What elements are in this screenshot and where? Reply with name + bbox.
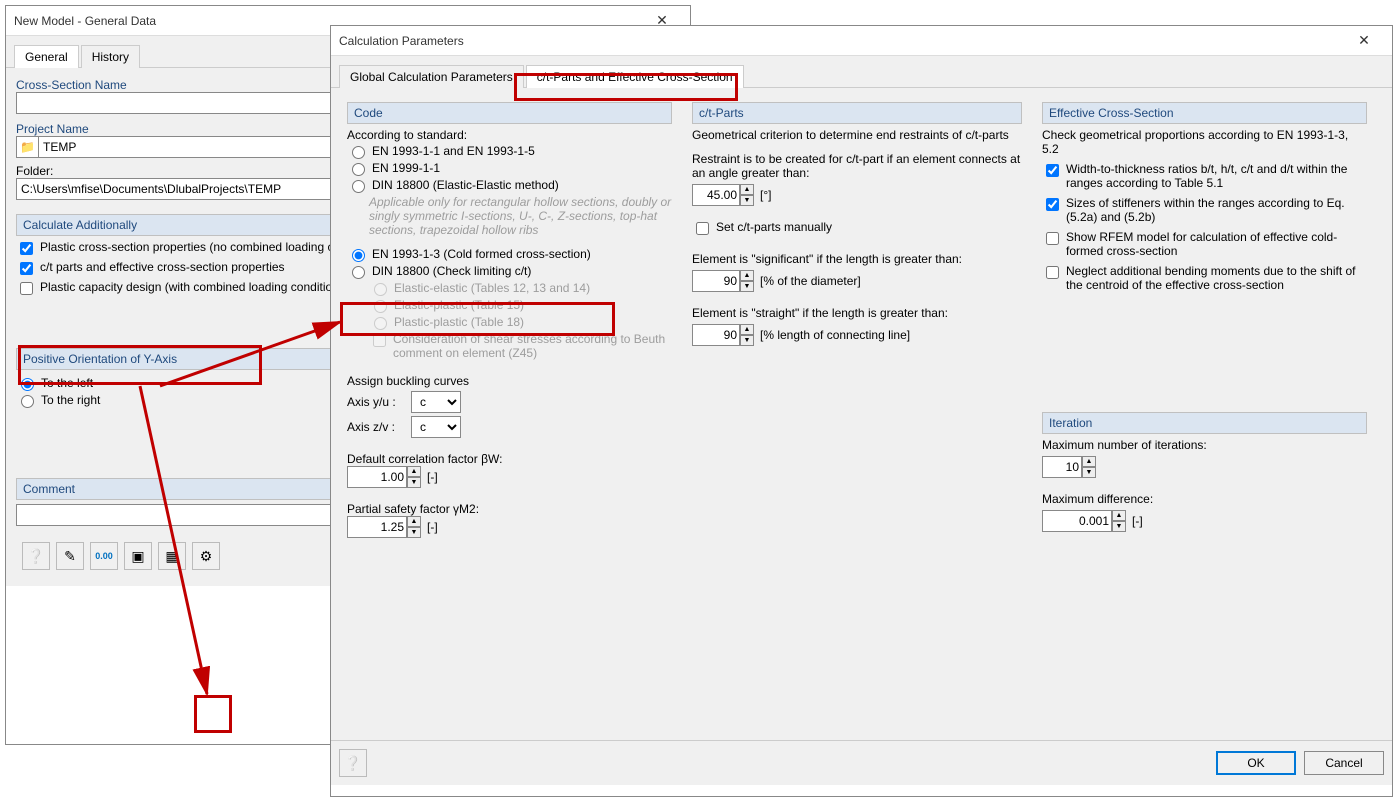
- cancel-button[interactable]: Cancel: [1304, 751, 1384, 775]
- spin-up-icon: ▲: [740, 270, 754, 281]
- units-icon[interactable]: 0.00: [90, 542, 118, 570]
- maxd-spinner[interactable]: ▲▼ [-]: [1042, 510, 1143, 532]
- ct-head: c/t-Parts: [692, 102, 1022, 124]
- tab-general[interactable]: General: [14, 45, 79, 68]
- ct-restraint: Restraint is to be created for c/t-part …: [692, 152, 1022, 180]
- chk-rfem[interactable]: Show RFEM model for calculation of effec…: [1042, 230, 1367, 258]
- cp-tabstrip: Global Calculation Parameters c/t-Parts …: [331, 56, 1392, 88]
- add-section-icon[interactable]: ▣: [124, 542, 152, 570]
- safety-spinner[interactable]: ▲▼ [-]: [347, 516, 438, 538]
- axis-yu-select[interactable]: c: [411, 391, 461, 413]
- iter-maxd-label: Maximum difference:: [1042, 492, 1367, 506]
- spin-down-icon: ▼: [407, 477, 421, 488]
- library-icon[interactable]: ▦: [158, 542, 186, 570]
- spin-down-icon: ▼: [1082, 467, 1096, 478]
- cp-titlebar: Calculation Parameters ✕: [331, 26, 1392, 56]
- din-help: Applicable only for rectangular hollow s…: [369, 195, 672, 237]
- tab-global[interactable]: Global Calculation Parameters: [339, 65, 524, 88]
- axis-zv-label: Axis z/v :: [347, 420, 407, 434]
- spin-up-icon: ▲: [740, 184, 754, 195]
- straight-spinner[interactable]: ▲▼ [% length of connecting line]: [692, 324, 910, 346]
- assign-label: Assign buckling curves: [347, 374, 672, 388]
- folder-icon: 📁: [16, 136, 38, 158]
- sig-spinner[interactable]: ▲▼ [% of the diameter]: [692, 270, 861, 292]
- ok-button[interactable]: OK: [1216, 751, 1296, 775]
- rdo-din18800-limit[interactable]: DIN 18800 (Check limiting c/t): [347, 264, 672, 279]
- axis-yu-label: Axis y/u :: [347, 395, 407, 409]
- spin-up-icon: ▲: [407, 516, 421, 527]
- edit-icon[interactable]: ✎: [56, 542, 84, 570]
- chk-shear: Consideration of shear stresses accordin…: [369, 332, 672, 360]
- eff-head: Effective Cross-Section: [1042, 102, 1367, 124]
- ct-straight: Element is "straight" if the length is g…: [692, 306, 1022, 320]
- rdo-en1993-1-3[interactable]: EN 1993-1-3 (Cold formed cross-section): [347, 247, 672, 262]
- calc-params-icon[interactable]: ⚙: [192, 542, 220, 570]
- spin-down-icon: ▼: [740, 195, 754, 206]
- spin-down-icon: ▼: [407, 527, 421, 538]
- tab-ct[interactable]: c/t-Parts and Effective Cross-Section: [526, 65, 744, 88]
- corr-spinner[interactable]: ▲▼ [-]: [347, 466, 438, 488]
- chk-neglect[interactable]: Neglect additional bending moments due t…: [1042, 264, 1367, 292]
- axis-zv-select[interactable]: c: [411, 416, 461, 438]
- iter-head: Iteration: [1042, 412, 1367, 434]
- spin-down-icon: ▼: [740, 281, 754, 292]
- tab-history[interactable]: History: [81, 45, 140, 68]
- ct-geo: Geometrical criterion to determine end r…: [692, 128, 1022, 142]
- spin-down-icon: ▼: [740, 335, 754, 346]
- safety-label: Partial safety factor γM2:: [347, 502, 672, 516]
- spin-up-icon: ▲: [1112, 510, 1126, 521]
- spin-up-icon: ▲: [740, 324, 754, 335]
- rdo-ee: Elastic-elastic (Tables 12, 13 and 14): [369, 281, 672, 296]
- close-icon[interactable]: ✕: [1344, 32, 1384, 49]
- corr-label: Default correlation factor βW:: [347, 452, 672, 466]
- spin-up-icon: ▲: [1082, 456, 1096, 467]
- maxn-spinner[interactable]: ▲▼: [1042, 456, 1096, 478]
- spin-down-icon: ▼: [1112, 521, 1126, 532]
- chk-stiff[interactable]: Sizes of stiffeners within the ranges ac…: [1042, 196, 1367, 224]
- ct-sig: Element is "significant" if the length i…: [692, 252, 1022, 266]
- rdo-din18800-ee[interactable]: DIN 18800 (Elastic-Elastic method): [347, 178, 672, 193]
- rdo-ep: Elastic-plastic (Table 15): [369, 298, 672, 313]
- help-icon[interactable]: ❔: [339, 749, 367, 777]
- angle-spinner[interactable]: ▲▼ [°]: [692, 184, 771, 206]
- rdo-en1993-1-1[interactable]: EN 1993-1-1 and EN 1993-1-5: [347, 144, 672, 159]
- calc-params-window: Calculation Parameters ✕ Global Calculat…: [330, 25, 1393, 797]
- eff-check: Check geometrical proportions according …: [1042, 128, 1367, 156]
- help-icon[interactable]: ❔: [22, 542, 50, 570]
- chk-setmanual[interactable]: Set c/t-parts manually: [692, 220, 1022, 238]
- according-label: According to standard:: [347, 128, 672, 142]
- rdo-pp: Plastic-plastic (Table 18): [369, 315, 672, 330]
- spin-up-icon: ▲: [407, 466, 421, 477]
- chk-w2t[interactable]: Width-to-thickness ratios b/t, h/t, c/t …: [1042, 162, 1367, 190]
- cp-title: Calculation Parameters: [339, 34, 1344, 48]
- rdo-en1999[interactable]: EN 1999-1-1: [347, 161, 672, 176]
- iter-maxn-label: Maximum number of iterations:: [1042, 438, 1367, 452]
- code-head: Code: [347, 102, 672, 124]
